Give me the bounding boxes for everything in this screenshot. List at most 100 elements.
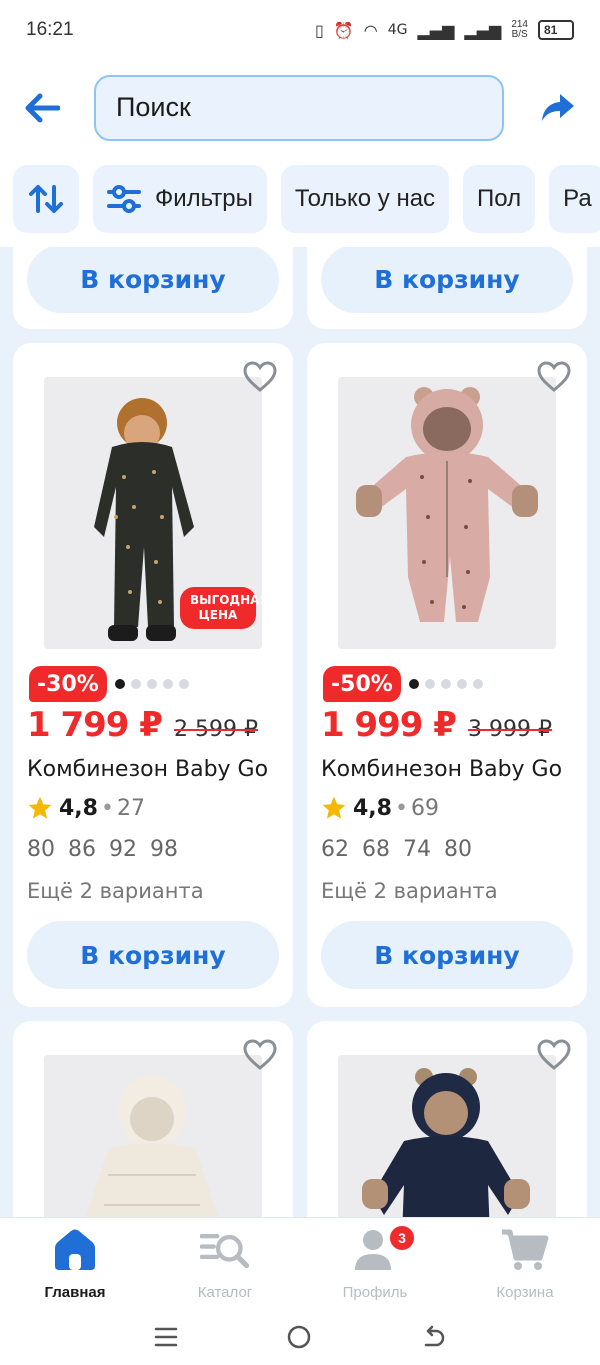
navy-snowsuit-image [338, 1055, 556, 1217]
more-chip[interactable]: Ра [549, 165, 600, 233]
discount-badge: -30% [29, 666, 107, 702]
more-chip-label: Ра [563, 185, 592, 212]
data-rate-unit: B/S [511, 29, 528, 40]
rating-separator: • [394, 795, 408, 821]
gender-chip[interactable]: Пол [463, 165, 536, 233]
only-here-label: Только у нас [294, 185, 436, 212]
back-system-icon[interactable] [420, 1325, 446, 1349]
product-card[interactable] [13, 1021, 293, 1217]
vibrate-icon: ▯ [315, 20, 324, 40]
cart-button-label: В корзину [374, 264, 520, 294]
cart-button-label: В корзину [374, 940, 520, 970]
sizes: 80 86 92 98 [27, 837, 178, 862]
product-title[interactable]: Комбинезон Baby Go [27, 757, 289, 782]
search-placeholder: Поиск [116, 92, 191, 122]
pager-dot [179, 679, 189, 689]
nav-home-label: Главная [44, 1284, 106, 1301]
product-image[interactable] [338, 1055, 556, 1217]
product-image[interactable]: ВЫГОДНАЯ ЦЕНА [44, 377, 262, 649]
price-row: 1 799 ₽ 2 599 ₽ [27, 705, 258, 745]
nav-catalog-label: Каталог [197, 1284, 253, 1301]
battery-icon: 81 [538, 20, 574, 40]
home-circle-icon[interactable] [286, 1324, 312, 1350]
status-time: 16:21 [26, 19, 74, 40]
arrow-left-icon [25, 93, 60, 122]
filter-chips: Фильтры Только у нас Пол Ра [0, 165, 600, 247]
bottom-navigation: Главная Каталог 3 Профиль Корзина [0, 1217, 600, 1309]
product-card[interactable] [307, 1021, 587, 1217]
header: Поиск [0, 60, 600, 155]
favorite-heart-icon[interactable] [243, 1039, 277, 1071]
filters-chip[interactable]: Фильтры [93, 165, 267, 233]
product-title[interactable]: Комбинезон Baby Go [321, 757, 583, 782]
add-to-cart-button[interactable]: В корзину [321, 921, 573, 989]
sizes: 62 68 74 80 [321, 837, 472, 862]
network-label: 4G [387, 22, 408, 38]
old-price: 2 599 ₽ [173, 717, 258, 742]
add-to-cart-button[interactable]: В корзину [321, 247, 573, 313]
cream-snowsuit-image [44, 1055, 262, 1217]
status-bar: 16:21 ▯ ⏰ ◠ 4G ▂▄▆ ▂▄▆ 214 B/S 81 [0, 0, 600, 60]
star-icon [322, 796, 346, 819]
cart-button-label: В корзину [80, 940, 226, 970]
alarm-icon: ⏰ [333, 20, 354, 40]
review-count: 27 [116, 795, 145, 821]
profile-badge: 3 [388, 1224, 416, 1252]
review-count: 69 [410, 795, 439, 821]
favorite-heart-icon[interactable] [243, 361, 277, 393]
product-image[interactable] [338, 377, 556, 649]
pager-dot-active [409, 679, 419, 689]
price-row: 1 999 ₽ 3 999 ₽ [321, 705, 552, 745]
pager-dot [147, 679, 157, 689]
pager-dot-active [115, 679, 125, 689]
image-pager-dots [115, 679, 189, 689]
sort-button[interactable] [13, 165, 79, 233]
favorite-heart-icon[interactable] [537, 361, 571, 393]
recent-apps-icon[interactable] [154, 1326, 178, 1348]
share-button[interactable] [538, 88, 578, 128]
nav-home[interactable]: Главная [0, 1218, 150, 1309]
gender-label: Пол [477, 185, 522, 212]
battery-level: 81 [544, 23, 558, 37]
nav-catalog[interactable]: Каталог [150, 1218, 300, 1309]
data-rate: 214 B/S [511, 20, 528, 40]
rating: 4,8 • 69 [321, 795, 439, 821]
wifi-icon: ◠ [363, 20, 378, 40]
current-price: 1 799 ₽ [27, 705, 163, 745]
product-card-prev-right[interactable]: В корзину [307, 247, 587, 329]
rating-value: 4,8 [59, 795, 98, 821]
nav-cart-label: Корзина [496, 1284, 554, 1301]
product-card[interactable]: ВЫГОДНАЯ ЦЕНА -30% 1 799 ₽ 2 599 ₽ Комби… [13, 343, 293, 1007]
rating: 4,8 • 27 [27, 795, 145, 821]
product-image[interactable] [44, 1055, 262, 1217]
pager-dot [473, 679, 483, 689]
cart-icon [500, 1226, 550, 1274]
product-card-prev-left[interactable]: В корзину [13, 247, 293, 329]
add-to-cart-button[interactable]: В корзину [27, 247, 279, 313]
cart-button-label: В корзину [80, 264, 226, 294]
pager-dot [441, 679, 451, 689]
star-icon [28, 796, 52, 819]
favorite-heart-icon[interactable] [537, 1039, 571, 1071]
variants-link[interactable]: Ещё 2 варианта [321, 879, 498, 903]
search-input[interactable]: Поиск [94, 74, 504, 141]
status-icons: ▯ ⏰ ◠ 4G ▂▄▆ ▂▄▆ 214 B/S 81 [315, 20, 574, 40]
nav-profile[interactable]: 3 Профиль [300, 1218, 450, 1309]
pager-dot [425, 679, 435, 689]
current-price: 1 999 ₽ [321, 705, 457, 745]
back-button[interactable] [22, 88, 62, 128]
sliders-icon [107, 185, 141, 213]
only-here-chip[interactable]: Только у нас [280, 165, 450, 233]
add-to-cart-button[interactable]: В корзину [27, 921, 279, 989]
share-icon [542, 93, 574, 121]
promo-label: ВЫГОДНАЯ ЦЕНА [180, 587, 262, 629]
variants-link[interactable]: Ещё 2 варианта [27, 879, 204, 903]
signal-icon-2: ▂▄▆ [464, 20, 502, 40]
filters-chip-label: Фильтры [155, 185, 253, 212]
system-navigation [0, 1309, 600, 1365]
nav-cart[interactable]: Корзина [450, 1218, 600, 1309]
old-price: 3 999 ₽ [467, 717, 552, 742]
product-feed[interactable]: В корзину В корзину ВЫГОДНАЯ ЦЕНА -30% 1… [0, 247, 600, 1217]
product-card[interactable]: -50% 1 999 ₽ 3 999 ₽ Комбинезон Baby Go … [307, 343, 587, 1007]
home-icon [50, 1226, 100, 1274]
